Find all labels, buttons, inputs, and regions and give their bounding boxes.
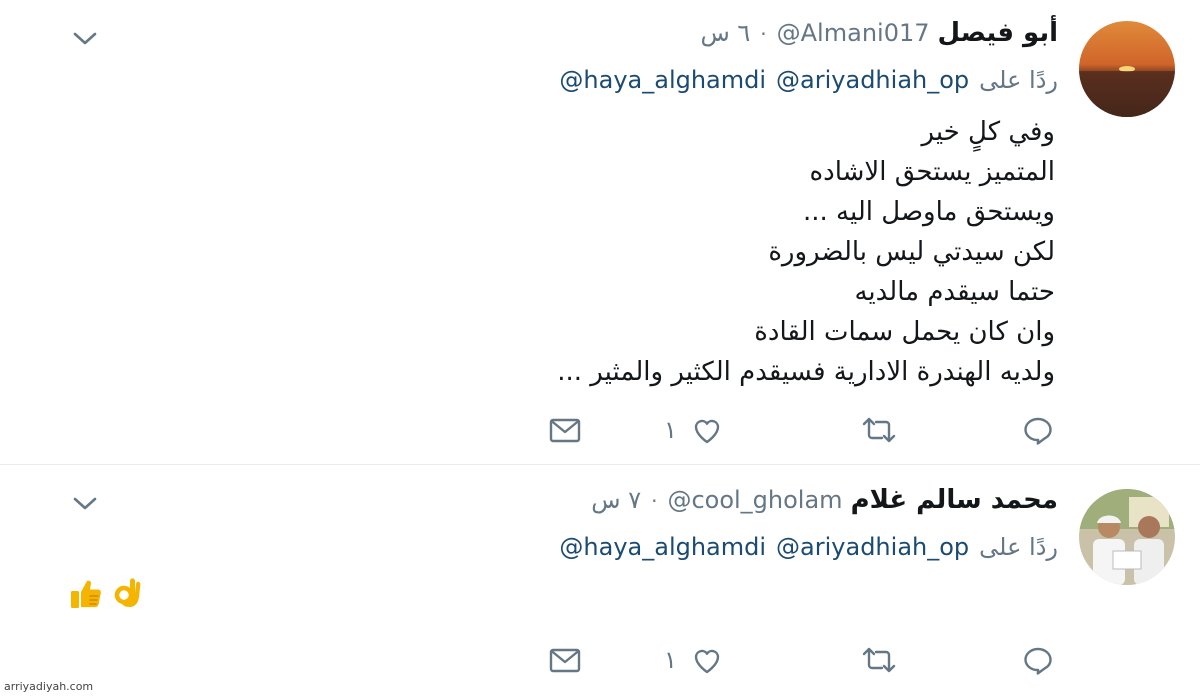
- tweet[interactable]: أبو فيصل @Almani017 · ٦ س ردًا على @ariy…: [0, 0, 1200, 464]
- chevron-down-icon[interactable]: [70, 489, 100, 519]
- tweet[interactable]: محمد سالم غلام @cool_gholam · ٧ س ردًا ع…: [0, 465, 1200, 697]
- reply-icon: [1024, 417, 1052, 445]
- direct-message-button[interactable]: [547, 640, 583, 680]
- tweet-header: أبو فيصل @Almani017 · ٦ س: [700, 18, 1058, 48]
- direct-message-button[interactable]: [547, 410, 583, 450]
- like-count: ١: [664, 646, 677, 674]
- sunset-avatar-icon: [1079, 21, 1175, 117]
- reply-button[interactable]: [1020, 640, 1056, 680]
- envelope-icon: [549, 648, 581, 673]
- separator-dot: ·: [760, 22, 767, 46]
- retweet-button[interactable]: [860, 410, 898, 450]
- retweet-icon: [862, 647, 896, 673]
- reply-prefix: ردًا على: [979, 66, 1058, 94]
- reply-context: ردًا على @ariyadhiah_op @haya_alghamdi: [549, 66, 1058, 94]
- like-count: ١: [664, 416, 677, 444]
- mention-link[interactable]: @ariyadhiah_op: [776, 533, 969, 561]
- reply-prefix: ردًا على: [979, 533, 1058, 561]
- tweet-text-line: ويستحق ماوصل اليه ...: [803, 197, 1055, 227]
- heart-icon: [694, 419, 720, 444]
- heart-icon: [694, 649, 720, 674]
- tweet-text-line: وان كان يحمل سمات القادة: [754, 317, 1055, 347]
- mention-link[interactable]: @haya_alghamdi: [559, 66, 766, 94]
- tweet-text-line: ولديه الهندرة الادارية فسيقدم الكثير وال…: [557, 357, 1055, 387]
- reply-button[interactable]: [1020, 410, 1056, 450]
- envelope-icon: [549, 418, 581, 443]
- like-button[interactable]: ١: [664, 640, 725, 680]
- author-handle[interactable]: @Almani017: [777, 19, 930, 47]
- ok-hand-emoji-icon: [114, 578, 141, 607]
- tweet-emojis: [68, 575, 146, 611]
- author-name[interactable]: أبو فيصل: [938, 18, 1059, 48]
- timeline: أبو فيصل @Almani017 · ٦ س ردًا على @ariy…: [0, 0, 1200, 697]
- tweet-actions: ١: [0, 410, 1200, 450]
- retweet-button[interactable]: [860, 640, 898, 680]
- reply-icon: [1024, 647, 1052, 675]
- author-handle[interactable]: @cool_gholam: [667, 486, 842, 514]
- tweet-actions: ١: [0, 640, 1200, 680]
- avatar[interactable]: [1079, 21, 1175, 117]
- separator-dot: ·: [651, 489, 658, 513]
- tweet-text-line: المتميز يستحق الاشاده: [809, 157, 1055, 187]
- mention-link[interactable]: @haya_alghamdi: [559, 533, 766, 561]
- mention-link[interactable]: @ariyadhiah_op: [776, 66, 969, 94]
- timestamp[interactable]: ٧ س: [591, 486, 641, 514]
- retweet-icon: [862, 417, 896, 443]
- watermark: arriyadiyah.com: [4, 680, 94, 693]
- tweet-text-line: لكن سيدتي ليس بالضرورة: [768, 237, 1055, 267]
- thumbs-up-emoji-icon: [71, 580, 101, 608]
- chevron-down-icon[interactable]: [70, 24, 100, 54]
- tweet-text-line: وفي كلٍ خير: [921, 117, 1055, 147]
- tweet-header: محمد سالم غلام @cool_gholam · ٧ س: [591, 485, 1058, 515]
- timestamp[interactable]: ٦ س: [700, 19, 750, 47]
- avatar[interactable]: [1079, 489, 1175, 585]
- author-name[interactable]: محمد سالم غلام: [851, 485, 1058, 515]
- tweet-text-line: حتما سيقدم مالديه: [854, 277, 1055, 307]
- tweet-text: وفي كلٍ خير المتميز يستحق الاشاده ويستحق…: [557, 112, 1055, 392]
- two-men-photo-avatar-icon: [1079, 489, 1175, 585]
- reply-context: ردًا على @ariyadhiah_op @haya_alghamdi: [549, 533, 1058, 561]
- like-button[interactable]: ١: [664, 410, 725, 450]
